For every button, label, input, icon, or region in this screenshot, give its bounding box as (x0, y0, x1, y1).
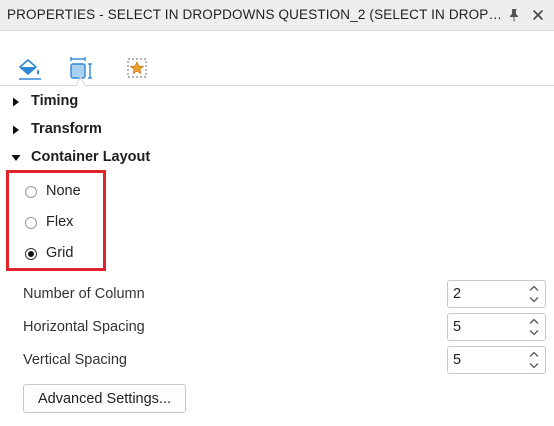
chevron-down-icon[interactable] (527, 360, 541, 371)
chevron-up-icon[interactable] (527, 349, 541, 360)
section-label: Timing (31, 93, 79, 109)
chevron-up-icon[interactable] (527, 316, 541, 327)
tab-divider (96, 85, 554, 86)
paint-bucket-icon[interactable] (15, 55, 43, 81)
number-of-column-input[interactable] (453, 285, 519, 303)
horizontal-spacing-label: Horizontal Spacing (23, 319, 145, 335)
caret-right-icon (13, 125, 19, 135)
active-tab-indicator (65, 76, 96, 86)
chevron-down-icon[interactable] (527, 327, 541, 338)
chevron-down-icon[interactable] (527, 294, 541, 305)
star-frame-icon[interactable] (123, 55, 151, 81)
number-of-column-stepper[interactable] (447, 280, 546, 308)
advanced-settings-button[interactable]: Advanced Settings... (23, 384, 186, 413)
vertical-spacing-stepper[interactable] (447, 346, 546, 374)
vertical-spacing-input[interactable] (453, 351, 519, 369)
horizontal-spacing-input[interactable] (453, 318, 519, 336)
number-of-column-label: Number of Column (23, 286, 145, 302)
caret-down-icon (11, 155, 21, 161)
close-icon[interactable] (530, 7, 546, 23)
section-label: Transform (31, 121, 102, 137)
chevron-up-icon[interactable] (527, 283, 541, 294)
caret-right-icon (13, 97, 19, 107)
horizontal-spacing-stepper[interactable] (447, 313, 546, 341)
vertical-spacing-label: Vertical Spacing (23, 352, 127, 368)
pin-icon[interactable] (506, 7, 522, 23)
panel-title-bar: PROPERTIES - SELECT IN DROPDOWNS QUESTIO… (0, 0, 554, 31)
tab-divider (0, 85, 65, 86)
highlight-annotation-box (6, 170, 106, 271)
section-label: Container Layout (31, 149, 151, 165)
panel-title: PROPERTIES - SELECT IN DROPDOWNS QUESTIO… (7, 7, 507, 22)
